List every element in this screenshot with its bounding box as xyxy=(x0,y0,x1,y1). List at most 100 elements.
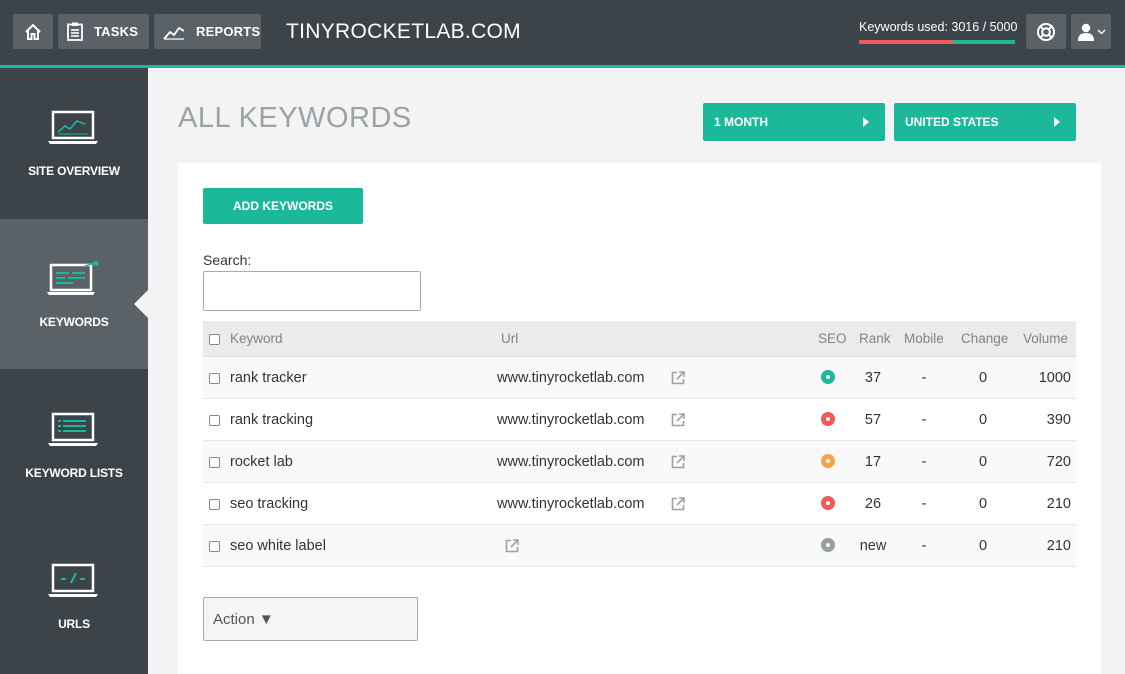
url-cell[interactable]: www.tinyrocketlab.com xyxy=(497,412,644,428)
volume-cell: 210 xyxy=(1046,538,1071,554)
row-checkbox[interactable] xyxy=(209,415,220,426)
keyword-cell[interactable]: rank tracker xyxy=(230,370,307,386)
period-filter-label: 1 MONTH xyxy=(714,115,768,129)
change-cell: 0 xyxy=(978,496,988,512)
sidebar: SITE OVERVIEW KEYWORDS KEYWORD LISTS URL… xyxy=(0,68,148,674)
country-filter-label: UNITED STATES xyxy=(905,115,999,129)
rank-cell: 17 xyxy=(864,454,882,470)
table-row: rank tracking www.tinyrocketlab.com 57 - 0 39… xyxy=(203,399,1076,441)
sidebar-item-keywords[interactable]: KEYWORDS xyxy=(0,219,148,369)
url-laptop-icon xyxy=(48,563,98,597)
row-checkbox[interactable] xyxy=(209,499,220,510)
period-filter-button[interactable]: 1 MONTH xyxy=(703,103,885,141)
user-menu-button[interactable] xyxy=(1071,14,1111,49)
page-title: ALL KEYWORDS xyxy=(178,102,412,134)
keywords-card: ADD KEYWORDS Search: Keyword Url SEO Ran… xyxy=(178,163,1101,674)
keyword-cell[interactable]: seo white label xyxy=(230,538,326,554)
column-header-seo[interactable]: SEO xyxy=(818,331,847,346)
volume-cell: 1000 xyxy=(1038,370,1071,386)
mobile-cell: - xyxy=(921,412,927,428)
sidebar-item-label: KEYWORD LISTS xyxy=(25,466,123,480)
keywords-usage-fill xyxy=(859,40,954,44)
reports-label: REPORTS xyxy=(196,24,261,39)
seo-status-dot xyxy=(821,538,835,552)
column-header-keyword[interactable]: Keyword xyxy=(230,331,283,346)
mobile-cell: - xyxy=(921,538,927,554)
table-row: seo white label new - 0 210 xyxy=(203,525,1076,567)
help-button[interactable] xyxy=(1026,14,1066,49)
row-checkbox[interactable] xyxy=(209,373,220,384)
rank-cell: 57 xyxy=(864,412,882,428)
external-link-icon[interactable] xyxy=(671,371,685,390)
sidebar-item-label: URLS xyxy=(58,617,90,631)
keyword-cell[interactable]: rank tracking xyxy=(230,412,313,428)
top-bar-accent-line xyxy=(0,65,1125,68)
search-label: Search: xyxy=(203,252,252,268)
change-cell: 0 xyxy=(978,412,988,428)
chevron-down-icon xyxy=(1096,28,1106,35)
table-row: rank tracker www.tinyrocketlab.com 37 - 0 100… xyxy=(203,357,1076,399)
country-filter-button[interactable]: UNITED STATES xyxy=(894,103,1076,141)
trend-chart-icon xyxy=(163,26,185,40)
external-link-icon[interactable] xyxy=(671,455,685,474)
column-header-url[interactable]: Url xyxy=(501,331,518,346)
add-keywords-button[interactable]: ADD KEYWORDS xyxy=(203,188,363,224)
external-link-icon[interactable] xyxy=(671,497,685,516)
change-cell: 0 xyxy=(978,370,988,386)
volume-cell: 390 xyxy=(1046,412,1071,428)
sidebar-item-urls[interactable]: URLS xyxy=(0,521,148,671)
keywords-laptop-icon xyxy=(47,261,99,295)
keyword-cell[interactable]: rocket lab xyxy=(230,454,293,470)
tasks-label: TASKS xyxy=(94,24,139,39)
keywords-used-text: Keywords used: 3016 / 5000 xyxy=(859,20,1018,34)
seo-status-dot xyxy=(821,454,835,468)
sidebar-item-site-overview[interactable]: SITE OVERVIEW xyxy=(0,68,148,218)
seo-status-dot xyxy=(821,370,835,384)
search-input[interactable] xyxy=(203,271,421,311)
column-header-rank[interactable]: Rank xyxy=(859,331,891,346)
table-header: Keyword Url SEO Rank Mobile Change Volum… xyxy=(203,321,1076,357)
tasks-button[interactable]: TASKS xyxy=(58,14,149,49)
external-link-icon[interactable] xyxy=(505,539,519,558)
top-bar: TASKS REPORTS TINYROCKETLAB.COM Keywords… xyxy=(0,0,1125,65)
url-cell[interactable]: www.tinyrocketlab.com xyxy=(497,370,644,386)
table-row: rocket lab www.tinyrocketlab.com 17 - 0 720 xyxy=(203,441,1076,483)
row-checkbox[interactable] xyxy=(209,541,220,552)
sidebar-item-label: KEYWORDS xyxy=(39,315,109,329)
home-icon xyxy=(25,23,41,40)
column-header-mobile[interactable]: Mobile xyxy=(904,331,944,346)
external-link-icon[interactable] xyxy=(671,413,685,432)
mobile-cell: - xyxy=(921,496,927,512)
clipboard-icon xyxy=(67,22,83,41)
seo-status-dot xyxy=(821,412,835,426)
mobile-cell: - xyxy=(921,454,927,470)
rank-cell: new xyxy=(859,538,887,554)
rank-cell: 37 xyxy=(864,370,882,386)
volume-cell: 720 xyxy=(1046,454,1071,470)
bulk-action-select[interactable]: Action ▼ xyxy=(203,597,418,641)
row-checkbox[interactable] xyxy=(209,457,220,468)
rank-cell: 26 xyxy=(864,496,882,512)
url-cell[interactable]: www.tinyrocketlab.com xyxy=(497,454,644,470)
keywords-usage-bar xyxy=(859,40,1015,44)
lifebuoy-icon xyxy=(1037,22,1055,41)
site-title: TINYROCKETLAB.COM xyxy=(286,20,521,43)
table-row: seo tracking www.tinyrocketlab.com 26 - 0 210 xyxy=(203,483,1076,525)
column-header-change[interactable]: Change xyxy=(961,331,1008,346)
column-header-volume[interactable]: Volume xyxy=(1023,331,1068,346)
change-cell: 0 xyxy=(978,454,988,470)
chart-laptop-icon xyxy=(48,110,98,144)
list-laptop-icon xyxy=(48,412,98,446)
caret-right-icon xyxy=(863,117,869,127)
reports-button[interactable]: REPORTS xyxy=(154,14,261,49)
change-cell: 0 xyxy=(978,538,988,554)
select-all-checkbox[interactable] xyxy=(209,334,220,345)
sidebar-item-keyword-lists[interactable]: KEYWORD LISTS xyxy=(0,370,148,520)
volume-cell: 210 xyxy=(1046,496,1071,512)
user-icon xyxy=(1077,23,1094,41)
seo-status-dot xyxy=(821,496,835,510)
url-cell[interactable]: www.tinyrocketlab.com xyxy=(497,496,644,512)
home-button[interactable] xyxy=(13,14,53,49)
active-indicator-arrow xyxy=(134,290,148,318)
keyword-cell[interactable]: seo tracking xyxy=(230,496,308,512)
